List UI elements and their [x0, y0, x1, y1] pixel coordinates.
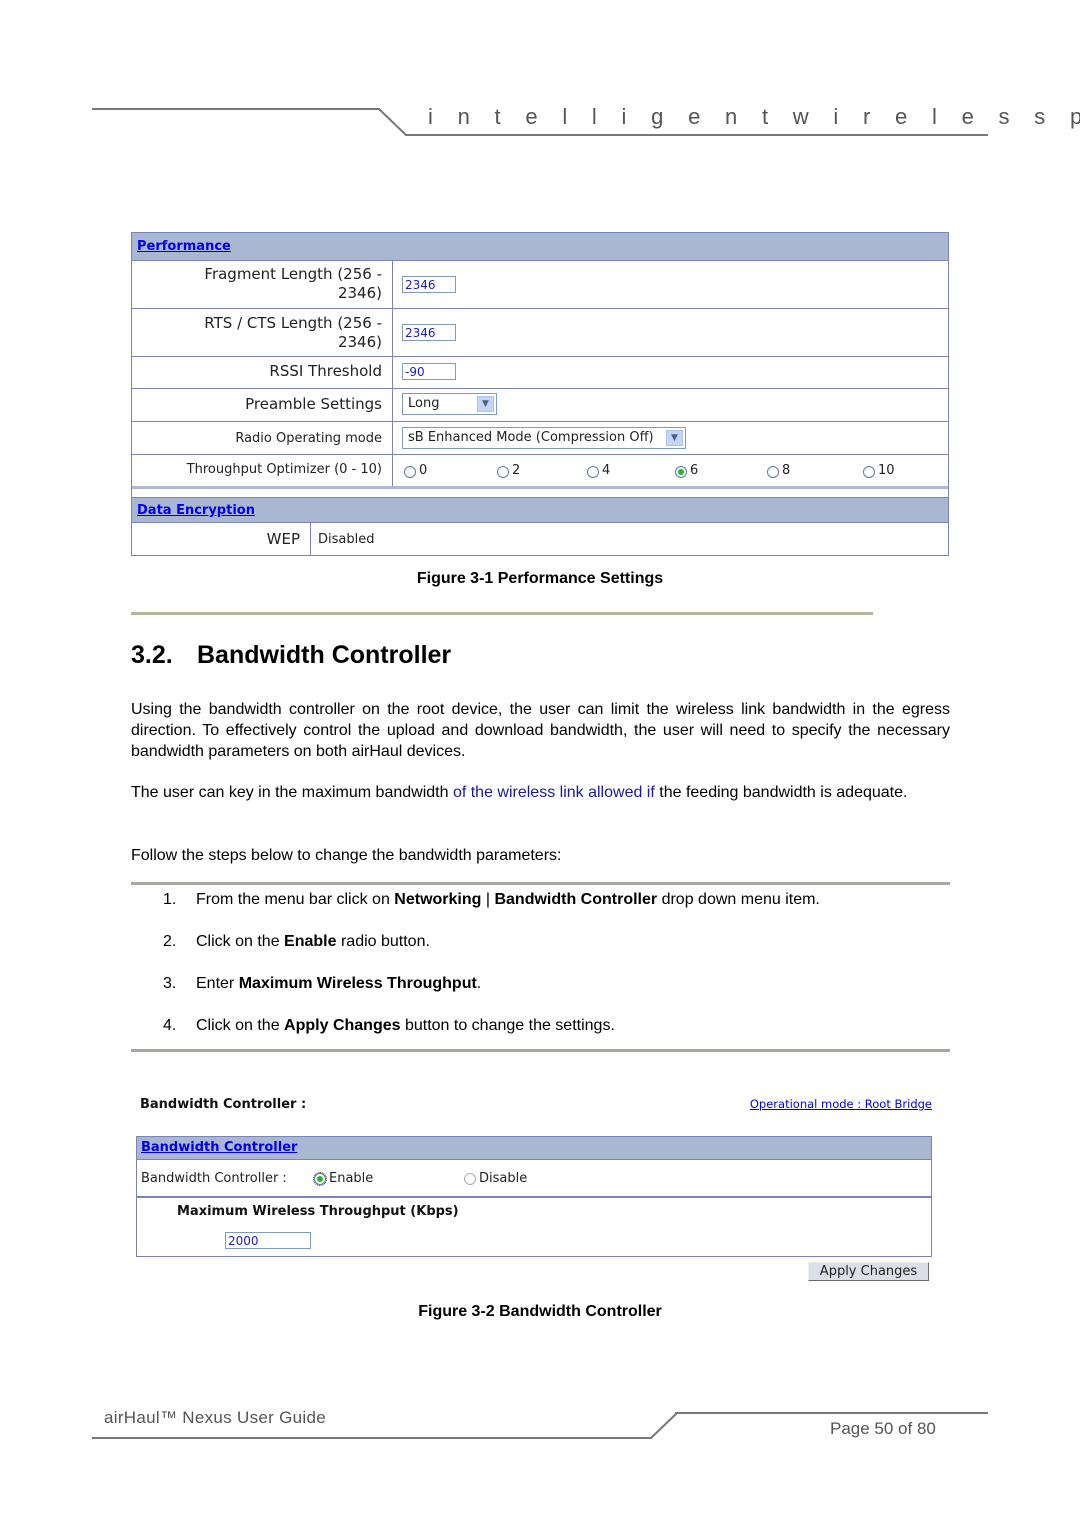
footer-page-number: Page 50 of 80 [830, 1419, 936, 1438]
fragment-length-label: Fragment Length (256 -2346) [204, 265, 382, 302]
radio-operating-mode-label: Radio Operating mode [235, 431, 382, 446]
throughput-optimizer-radio-10[interactable] [863, 466, 875, 478]
bandwidth-controller-page-title: Bandwidth Controller : [140, 1097, 307, 1112]
throughput-optimizer-option-label: 8 [782, 463, 791, 478]
wep-value: Disabled [318, 532, 375, 547]
steps-bottom-rule [131, 1049, 950, 1052]
encryption-section-header: Data Encryption [132, 497, 948, 523]
footer-doc-title: airHaul™ Nexus User Guide [104, 1408, 326, 1427]
footer-rule-diagonal [650, 1412, 678, 1439]
figure-3-2-caption: Figure 3-2 Bandwidth Controller [418, 1303, 662, 1320]
rssi-threshold-label: RSSI Threshold [269, 362, 382, 380]
preamble-settings-row: Preamble Settings Long ▼ [132, 389, 948, 422]
section-heading: 3.2. Bandwidth Controller [131, 641, 452, 669]
rts-cts-length-row: RTS / CTS Length (256 -2346) 2346 [132, 309, 948, 357]
bandwidth-controller-link[interactable]: Bandwidth Controller [141, 1140, 297, 1155]
header-tagline: i n t e l l i g e n t w i r e l e s s p … [428, 104, 1080, 129]
throughput-optimizer-radio-0[interactable] [404, 466, 416, 478]
bandwidth-controller-box: Bandwidth Controller Bandwidth Controlle… [136, 1136, 932, 1257]
data-encryption-link[interactable]: Data Encryption [137, 503, 255, 518]
wep-label: WEP [266, 530, 300, 548]
operational-mode-link[interactable]: Operational mode : Root Bridge [750, 1097, 932, 1111]
header-rule-diagonal [378, 108, 407, 136]
paragraph-follow-steps: Follow the steps below to change the ban… [131, 847, 562, 864]
figure-3-1-caption: Figure 3-1 Performance Settings [416, 570, 664, 587]
step-1: 1. From the menu bar click on Networking … [163, 891, 820, 908]
bandwidth-controller-toggle-row: Bandwidth Controller : Enable Disable [137, 1160, 931, 1198]
preamble-settings-label: Preamble Settings [245, 395, 382, 413]
enable-radio[interactable] [313, 1172, 327, 1186]
fragment-length-row: Fragment Length (256 -2346) 2346 [132, 261, 948, 309]
step-2: 2. Click on the Enable radio button. [163, 933, 430, 950]
chevron-down-icon: ▼ [666, 430, 683, 446]
rssi-threshold-input[interactable]: -90 [402, 363, 456, 380]
disable-radio[interactable] [464, 1173, 476, 1185]
performance-link[interactable]: Performance [137, 239, 231, 254]
steps-top-rule [131, 882, 950, 885]
throughput-optimizer-option-label: 2 [512, 463, 521, 478]
throughput-optimizer-option-label: 6 [690, 463, 699, 478]
apply-changes-button[interactable]: Apply Changes [808, 1262, 929, 1281]
throughput-optimizer-radio-8[interactable] [767, 466, 779, 478]
throughput-optimizer-option-label: 10 [878, 463, 895, 478]
footer-rule-right [675, 1412, 988, 1414]
rssi-threshold-row: RSSI Threshold -90 [132, 357, 948, 389]
throughput-optimizer-row: Throughput Optimizer (0 - 10) 0 2 4 6 8 10 [132, 455, 948, 489]
paragraph-intro: Using the bandwidth controller on the ro… [131, 701, 950, 760]
performance-settings-panel: Performance Fragment Length (256 -2346) … [131, 232, 949, 556]
preamble-select[interactable]: Long ▼ [402, 393, 497, 415]
throughput-optimizer-radio-6[interactable] [675, 466, 687, 478]
radio-operating-mode-row: Radio Operating mode sB Enhanced Mode (C… [132, 422, 948, 455]
bandwidth-controller-section-header: Bandwidth Controller [137, 1137, 931, 1160]
throughput-optimizer-radio-4[interactable] [587, 466, 599, 478]
max-throughput-label: Maximum Wireless Throughput (Kbps) [177, 1204, 459, 1219]
rts-cts-length-label: RTS / CTS Length (256 -2346) [204, 314, 382, 351]
disable-label: Disable [479, 1171, 528, 1186]
performance-section-header: Performance [132, 233, 948, 261]
throughput-optimizer-option-label: 0 [419, 463, 428, 478]
max-throughput-input[interactable]: 2000 [225, 1232, 311, 1249]
enable-label: Enable [329, 1171, 374, 1186]
wep-row: WEP Disabled [132, 523, 948, 556]
chevron-down-icon: ▼ [477, 396, 494, 412]
fragment-length-input[interactable]: 2346 [402, 276, 456, 293]
header-rule-right [405, 134, 988, 136]
throughput-optimizer-radio-2[interactable] [497, 466, 509, 478]
footer-rule-left [92, 1437, 652, 1439]
throughput-optimizer-option-label: 4 [602, 463, 611, 478]
step-3: 3. Enter Maximum Wireless Throughput. [163, 975, 482, 992]
section-divider [131, 612, 873, 615]
step-4: 4. Click on the Apply Changes button to c… [163, 1017, 615, 1034]
bandwidth-controller-panel: Bandwidth Controller : Operational mode … [131, 1088, 949, 1288]
bandwidth-controller-label: Bandwidth Controller : [141, 1171, 287, 1186]
radio-operating-mode-select[interactable]: sB Enhanced Mode (Compression Off) ▼ [402, 427, 686, 449]
paragraph-max-bandwidth: The user can key in the maximum bandwidt… [131, 784, 908, 801]
throughput-optimizer-label: Throughput Optimizer (0 - 10) [186, 462, 382, 477]
rts-cts-length-input[interactable]: 2346 [402, 324, 456, 341]
header-rule-left [92, 108, 380, 110]
